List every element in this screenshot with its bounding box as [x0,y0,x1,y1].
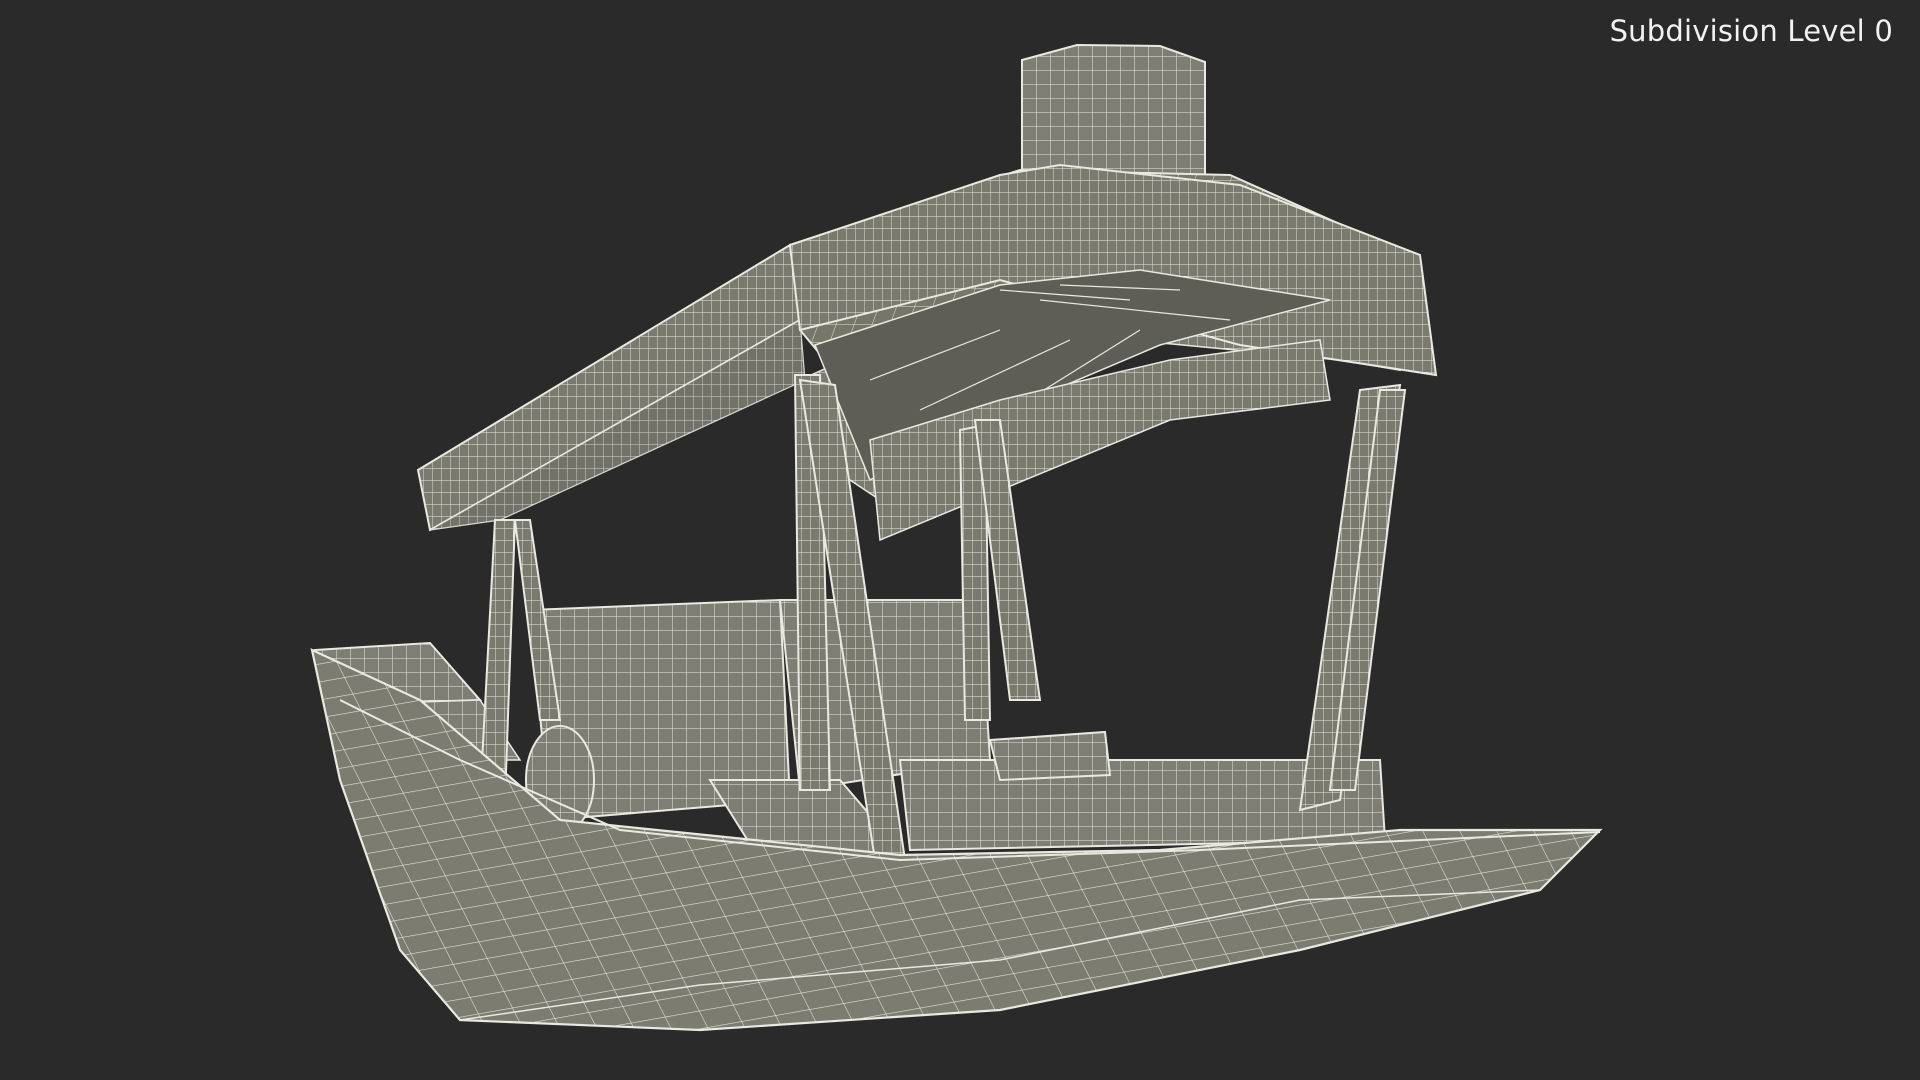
canopy-left-fringe [416,243,806,532]
top-sign-panel [1021,43,1206,181]
subdivision-level-label: Subdivision Level 0 [1609,14,1893,48]
boat-wireframe-model [310,43,1603,1032]
3d-viewport[interactable]: Subdivision Level 0 [0,0,1920,1080]
seat-cushions [525,598,1387,862]
